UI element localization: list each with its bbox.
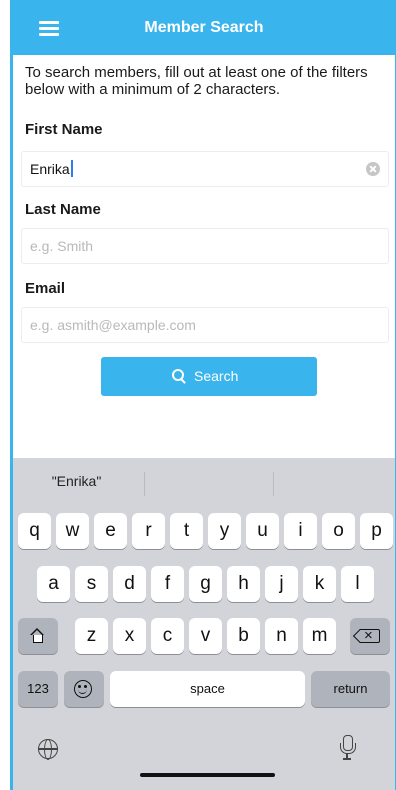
clear-input-icon[interactable]	[366, 162, 380, 176]
search-button[interactable]: Search	[101, 357, 317, 396]
key-p[interactable]: p	[360, 513, 393, 549]
key-q[interactable]: q	[18, 513, 51, 549]
shift-key[interactable]	[18, 618, 58, 654]
key-u[interactable]: u	[246, 513, 279, 549]
key-z[interactable]: z	[75, 618, 108, 654]
first-name-label: First Name	[25, 121, 103, 138]
key-s[interactable]: s	[75, 566, 108, 602]
nav-bar: Member Search	[13, 0, 395, 55]
last-name-placeholder: e.g. Smith	[30, 238, 94, 254]
key-f[interactable]: f	[151, 566, 184, 602]
backspace-key[interactable]	[350, 618, 390, 654]
key-l[interactable]: l	[341, 566, 374, 602]
suggestion-3[interactable]	[268, 458, 395, 504]
suggestion-bar: "Enrika"	[13, 458, 395, 504]
first-name-input[interactable]: Enrika	[21, 151, 389, 187]
key-j[interactable]: j	[265, 566, 298, 602]
key-i[interactable]: i	[284, 513, 317, 549]
key-g[interactable]: g	[189, 566, 222, 602]
email-input[interactable]: e.g. asmith@example.com	[21, 307, 389, 343]
hamburger-menu-icon[interactable]	[37, 18, 61, 38]
backspace-icon	[360, 619, 380, 653]
on-screen-keyboard: "Enrika" q w e r t y u i o p a s d f g h…	[13, 458, 395, 790]
key-y[interactable]: y	[208, 513, 241, 549]
app-screen: Member Search To search members, fill ou…	[13, 0, 395, 790]
search-button-label: Search	[194, 368, 239, 384]
key-n[interactable]: n	[265, 618, 298, 654]
key-r[interactable]: r	[132, 513, 165, 549]
page-title: Member Search	[144, 19, 264, 36]
key-m[interactable]: m	[303, 618, 336, 654]
numbers-key[interactable]: 123	[18, 671, 58, 707]
key-h[interactable]: h	[227, 566, 260, 602]
last-name-label: Last Name	[25, 201, 101, 218]
email-label: Email	[25, 280, 66, 297]
emoji-key[interactable]	[64, 671, 104, 707]
key-x[interactable]: x	[113, 618, 146, 654]
email-placeholder: e.g. asmith@example.com	[30, 317, 196, 333]
key-v[interactable]: v	[189, 618, 222, 654]
key-k[interactable]: k	[303, 566, 336, 602]
key-b[interactable]: b	[227, 618, 260, 654]
last-name-input[interactable]: e.g. Smith	[21, 228, 389, 264]
shift-icon	[30, 628, 44, 643]
key-o[interactable]: o	[322, 513, 355, 549]
text-caret	[70, 160, 73, 177]
space-key[interactable]: space	[110, 671, 305, 707]
suggestion-2[interactable]	[141, 458, 268, 504]
key-d[interactable]: d	[113, 566, 146, 602]
key-a[interactable]: a	[37, 566, 70, 602]
key-t[interactable]: t	[170, 513, 203, 549]
home-indicator[interactable]	[140, 773, 275, 777]
globe-icon[interactable]	[38, 739, 58, 760]
emoji-icon	[74, 680, 92, 698]
search-icon	[172, 369, 186, 383]
instructions-text: To search members, fill out at least one…	[25, 64, 368, 98]
suggestion-1[interactable]: "Enrika"	[13, 458, 140, 504]
key-c[interactable]: c	[151, 618, 184, 654]
key-w[interactable]: w	[56, 513, 89, 549]
return-key[interactable]: return	[311, 671, 390, 707]
first-name-value: Enrika	[30, 152, 73, 186]
microphone-icon[interactable]	[340, 735, 356, 761]
key-e[interactable]: e	[94, 513, 127, 549]
